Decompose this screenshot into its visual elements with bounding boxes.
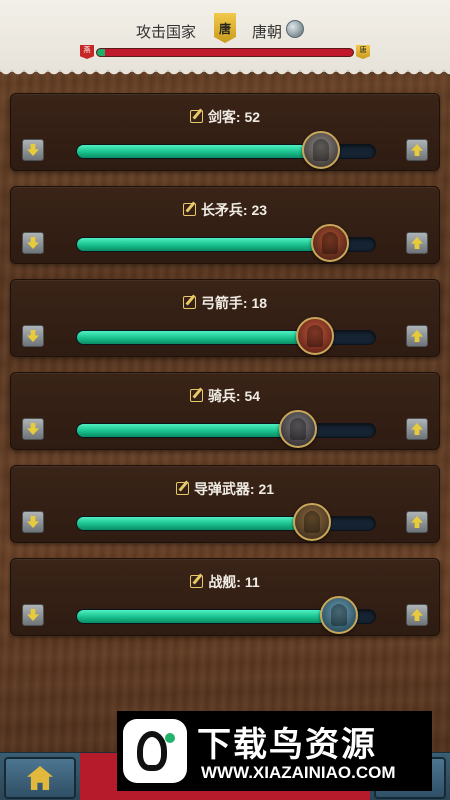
- slider-fill: [77, 610, 340, 623]
- unit-slider[interactable]: [76, 317, 376, 355]
- war-progress-ally: [97, 49, 105, 56]
- unit-slider[interactable]: [76, 410, 376, 448]
- arrow-down-icon: [27, 516, 39, 528]
- decrease-button[interactable]: [22, 418, 44, 440]
- unit-slider[interactable]: [76, 131, 376, 169]
- slider-fill: [77, 331, 316, 344]
- decrease-button[interactable]: [22, 232, 44, 254]
- unit-title[interactable]: 长矛兵: 23: [11, 200, 439, 220]
- header-scallop-edge: [0, 69, 450, 77]
- edit-icon: [182, 296, 196, 309]
- swordsman-icon[interactable]: [302, 131, 341, 169]
- slider-fill: [77, 238, 331, 251]
- own-flag-icon: 唐: [356, 45, 370, 59]
- unit-panel-swordsman: 剑客: 52: [10, 93, 440, 171]
- header-bar: 攻击国家 唐 唐朝 燕 唐: [0, 0, 450, 77]
- cavalry-icon[interactable]: [278, 410, 317, 448]
- archer-icon[interactable]: [296, 317, 335, 355]
- arrow-up-icon: [411, 609, 423, 621]
- decrease-button[interactable]: [22, 139, 44, 161]
- war-progress-bar: [96, 48, 354, 57]
- unit-panel-missile: 导弹武器: 21: [10, 465, 440, 543]
- catapult-icon[interactable]: [293, 503, 332, 541]
- unit-slider[interactable]: [76, 503, 376, 541]
- decrease-button[interactable]: [22, 604, 44, 626]
- arrow-down-icon: [27, 423, 39, 435]
- unit-panel-spearman: 长矛兵: 23: [10, 186, 440, 264]
- arrow-down-icon: [27, 330, 39, 342]
- target-nation-name: 唐朝: [252, 23, 283, 41]
- unit-label: 骑兵: 54: [207, 388, 261, 404]
- unit-label: 导弹武器: 21: [193, 481, 275, 497]
- increase-button[interactable]: [406, 418, 428, 440]
- arrow-up-icon: [411, 144, 423, 156]
- edit-icon: [175, 482, 189, 495]
- increase-button[interactable]: [406, 511, 428, 533]
- watermark-url: WWW.XIAZAINIAO.COM: [201, 763, 396, 782]
- warship-icon[interactable]: [320, 596, 359, 634]
- edit-icon: [182, 203, 196, 216]
- home-button[interactable]: [4, 757, 76, 799]
- war-progress-enemy: [104, 49, 353, 56]
- unit-panel-archer: 弓箭手: 18: [10, 279, 440, 357]
- attack-country-label: 攻击国家: [136, 23, 197, 41]
- slider-fill: [77, 145, 322, 158]
- unit-label: 战舰: 11: [208, 574, 260, 590]
- decrease-button[interactable]: [22, 325, 44, 347]
- arrow-down-icon: [27, 609, 39, 621]
- arrow-up-icon: [411, 330, 423, 342]
- edit-icon: [190, 575, 204, 588]
- globe-icon[interactable]: [286, 20, 304, 38]
- arrow-up-icon: [411, 423, 423, 435]
- unit-title[interactable]: 导弹武器: 21: [11, 479, 439, 499]
- arrow-down-icon: [27, 144, 39, 156]
- unit-slider[interactable]: [76, 224, 376, 262]
- unit-title[interactable]: 剑客: 52: [11, 107, 439, 127]
- increase-button[interactable]: [406, 139, 428, 161]
- home-icon: [27, 766, 53, 790]
- unit-panel-warship: 战舰: 11: [10, 558, 440, 636]
- nation-banner-icon: 唐: [214, 13, 236, 43]
- unit-label: 弓箭手: 18: [200, 295, 268, 311]
- unit-title[interactable]: 战舰: 11: [11, 572, 439, 592]
- arrow-up-icon: [411, 237, 423, 249]
- unit-title[interactable]: 骑兵: 54: [11, 386, 439, 406]
- watermark-title: 下载鸟资源: [197, 725, 377, 765]
- edit-icon: [189, 110, 203, 123]
- decrease-button[interactable]: [22, 511, 44, 533]
- edit-icon: [189, 389, 203, 402]
- increase-button[interactable]: [406, 325, 428, 347]
- unit-panel-cavalry: 骑兵: 54: [10, 372, 440, 450]
- increase-button[interactable]: [406, 232, 428, 254]
- unit-title[interactable]: 弓箭手: 18: [11, 293, 439, 313]
- spearman-icon[interactable]: [311, 224, 350, 262]
- watermark-overlay: 下载鸟资源 WWW.XIAZAINIAO.COM: [117, 711, 432, 791]
- unit-label: 长矛兵: 23: [200, 202, 268, 218]
- arrow-down-icon: [27, 237, 39, 249]
- increase-button[interactable]: [406, 604, 428, 626]
- slider-fill: [77, 424, 298, 437]
- unit-label: 剑客: 52: [207, 109, 261, 125]
- arrow-up-icon: [411, 516, 423, 528]
- watermark-logo-icon: [123, 719, 187, 783]
- unit-slider[interactable]: [76, 596, 376, 634]
- slider-fill: [77, 517, 313, 530]
- enemy-flag-icon: 燕: [80, 45, 94, 59]
